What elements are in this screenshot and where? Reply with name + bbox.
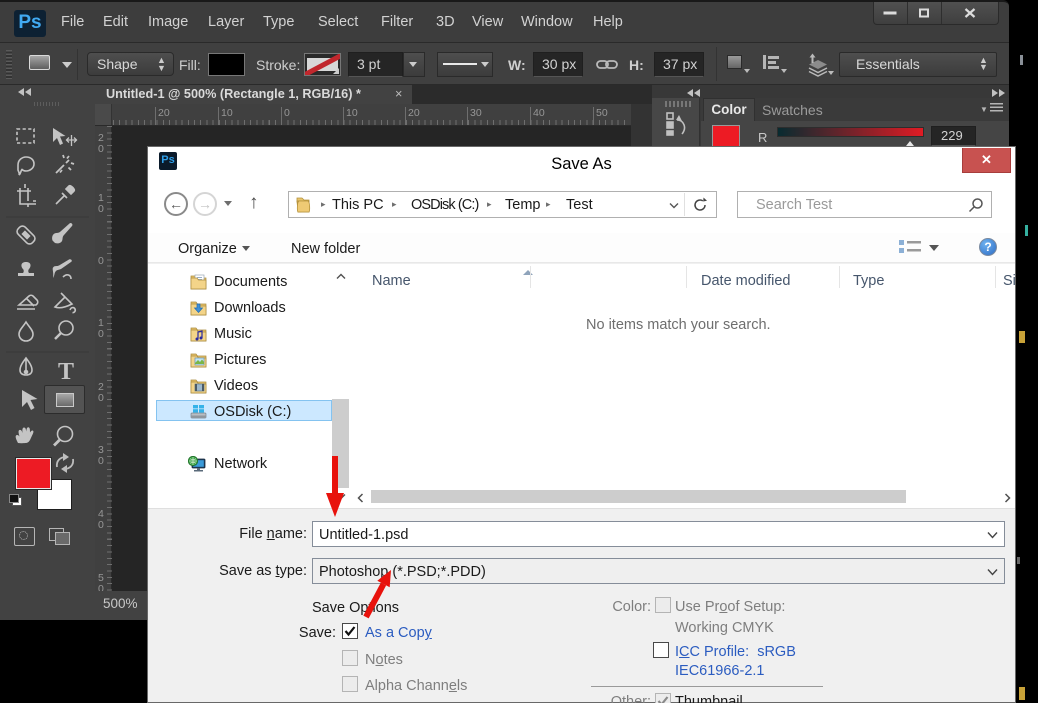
- svg-text:T: T: [58, 359, 74, 385]
